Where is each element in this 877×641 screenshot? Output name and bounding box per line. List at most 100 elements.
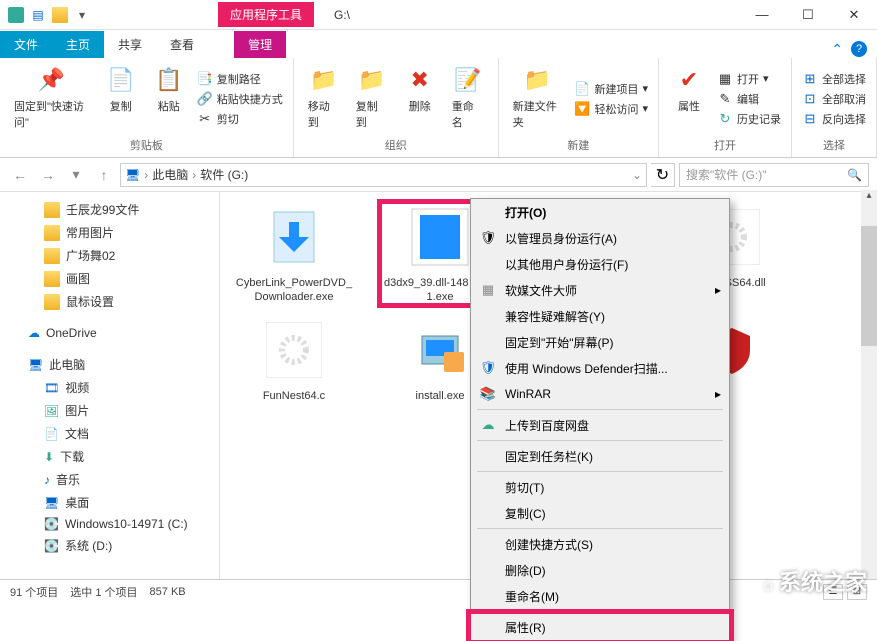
group-new-label: 新建 <box>507 135 650 153</box>
ctx-compat[interactable]: 兼容性疑难解答(Y) <box>471 303 729 329</box>
open-button[interactable]: ▦打开▾ <box>715 70 783 88</box>
pc-icon: 🖥 <box>125 168 140 182</box>
select-none-button[interactable]: ⊡全部取消 <box>800 90 868 108</box>
qat-dropdown-icon[interactable]: ▾ <box>74 7 90 23</box>
titlebar: ▤ ▾ 应用程序工具 G:\ — ☐ ✕ <box>0 0 877 30</box>
nav-tree[interactable]: 壬辰龙99文件 常用图片 广场舞02 画图 鼠标设置 ☁OneDrive 🖥此电… <box>0 192 220 582</box>
scroll-up-icon[interactable]: ▴ <box>861 190 877 208</box>
tab-manage[interactable]: 管理 <box>234 31 286 58</box>
tab-home[interactable]: 主页 <box>52 31 104 58</box>
properties-button[interactable]: ✔属性 <box>667 62 711 135</box>
pin-button[interactable]: 📌固定到"快速访问" <box>8 62 95 135</box>
copy-button[interactable]: 📄复制 <box>99 62 143 135</box>
paste-button[interactable]: 📋粘贴 <box>147 62 191 135</box>
status-selected: 选中 1 个项目 <box>70 584 137 600</box>
breadcrumb-drive[interactable]: 软件 (G:) <box>200 166 248 183</box>
copy-path-button[interactable]: 📑复制路径 <box>195 70 285 88</box>
tree-thispc[interactable]: 🖥此电脑 <box>0 353 219 376</box>
tree-folder[interactable]: 鼠标设置 <box>0 290 219 313</box>
invert-selection-button[interactable]: ⊟反向选择 <box>800 110 868 128</box>
tree-pictures[interactable]: 🖼图片 <box>0 399 219 422</box>
context-menu: 打开(O) 🛡以管理员身份运行(A) 以其他用户身份运行(F) ▦软媒文件大师▸… <box>470 198 730 641</box>
ctx-delete[interactable]: 删除(D) <box>471 557 729 583</box>
rename-button[interactable]: 📝重命名 <box>446 62 490 135</box>
status-count: 91 个项目 <box>10 584 58 600</box>
group-open-label: 打开 <box>667 135 783 153</box>
ctx-pin-taskbar[interactable]: 固定到任务栏(K) <box>471 443 729 469</box>
ctx-baidu[interactable]: ☁上传到百度网盘 <box>471 412 729 438</box>
ribbon-collapse-icon[interactable]: ⌃ <box>831 41 843 58</box>
ctx-shortcut[interactable]: 创建快捷方式(S) <box>471 531 729 557</box>
ctx-run-other[interactable]: 以其他用户身份运行(F) <box>471 251 729 277</box>
edit-button[interactable]: ✎编辑 <box>715 90 783 108</box>
window-controls: — ☐ ✕ <box>739 0 877 30</box>
refresh-button[interactable]: ↻ <box>651 163 675 187</box>
ctx-copy[interactable]: 复制(C) <box>471 500 729 526</box>
ctx-cut[interactable]: 剪切(T) <box>471 474 729 500</box>
tree-downloads[interactable]: ⬇下载 <box>0 445 219 468</box>
help-icon[interactable]: ? <box>851 41 867 57</box>
breadcrumb-root[interactable]: 此电脑 <box>152 166 188 183</box>
tree-videos[interactable]: 🎞视频 <box>0 376 219 399</box>
tree-folder[interactable]: 常用图片 <box>0 221 219 244</box>
history-button[interactable]: ↻历史记录 <box>715 110 783 128</box>
contextual-tab-label: 应用程序工具 <box>218 2 314 27</box>
maximize-button[interactable]: ☐ <box>785 0 831 30</box>
search-box[interactable]: 搜索"软件 (G:)" 🔍 <box>679 163 869 187</box>
tree-onedrive[interactable]: ☁OneDrive <box>0 323 219 343</box>
watermark: ⌂ 系统之家 <box>763 565 867 597</box>
tree-folder[interactable]: 广场舞02 <box>0 244 219 267</box>
qat-props-icon[interactable]: ▤ <box>30 7 46 23</box>
scroll-thumb[interactable] <box>861 226 877 346</box>
group-clipboard-label: 剪贴板 <box>8 135 285 153</box>
status-size: 857 KB <box>150 586 186 598</box>
recent-dropdown[interactable]: ▾ <box>64 163 88 187</box>
ctx-ruanmei[interactable]: ▦软媒文件大师▸ <box>471 277 729 303</box>
app-icon <box>8 7 24 23</box>
back-button[interactable]: ← <box>8 163 32 187</box>
ribbon: 📌固定到"快速访问" 📄复制 📋粘贴 📑复制路径 🔗粘贴快捷方式 ✂剪切 剪贴板… <box>0 58 877 158</box>
move-to-button[interactable]: 📁移动到 <box>302 62 346 135</box>
forward-button[interactable]: → <box>36 163 60 187</box>
ctx-rename[interactable]: 重命名(M) <box>471 583 729 609</box>
tab-file[interactable]: 文件 <box>0 31 52 58</box>
tree-documents[interactable]: 📄文档 <box>0 422 219 445</box>
vertical-scrollbar[interactable]: ▴ <box>861 190 877 580</box>
file-item[interactable]: FunNest64.c <box>234 315 354 403</box>
file-item[interactable]: CyberLink_PowerDVD_Downloader.exe <box>234 202 354 305</box>
ctx-defender[interactable]: 🛡使用 Windows Defender扫描... <box>471 355 729 381</box>
breadcrumb[interactable]: 🖥 › 此电脑 › 软件 (G:) ⌄ <box>120 163 647 187</box>
address-bar: ← → ▾ ↑ 🖥 › 此电脑 › 软件 (G:) ⌄ ↻ 搜索"软件 (G:)… <box>0 158 877 192</box>
status-bar: 91 个项目 选中 1 个项目 857 KB ☰ ⊞ <box>0 579 877 603</box>
close-button[interactable]: ✕ <box>831 0 877 30</box>
ribbon-tabs: 文件 主页 共享 查看 管理 ⌃ ? <box>0 30 877 58</box>
tree-music[interactable]: ♪音乐 <box>0 468 219 491</box>
tree-drive-c[interactable]: 💽Windows10-14971 (C:) <box>0 514 219 534</box>
up-button[interactable]: ↑ <box>92 163 116 187</box>
new-item-button[interactable]: 📄新建项目▾ <box>572 80 650 98</box>
tree-folder[interactable]: 画图 <box>0 267 219 290</box>
group-select-label: 选择 <box>800 135 868 153</box>
tab-share[interactable]: 共享 <box>104 31 156 58</box>
delete-button[interactable]: ✖删除 <box>398 62 442 135</box>
tree-folder[interactable]: 壬辰龙99文件 <box>0 198 219 221</box>
easy-access-button[interactable]: 🔽轻松访问▾ <box>572 100 650 118</box>
select-all-button[interactable]: ⊞全部选择 <box>800 70 868 88</box>
quick-access-toolbar: ▤ ▾ <box>0 7 98 23</box>
tab-view[interactable]: 查看 <box>156 31 208 58</box>
ctx-properties[interactable]: 属性(R) <box>471 614 729 640</box>
tree-desktop[interactable]: 🖥桌面 <box>0 491 219 514</box>
cut-button[interactable]: ✂剪切 <box>195 110 285 128</box>
new-folder-button[interactable]: 📁新建文件夹 <box>507 62 569 135</box>
paste-shortcut-button[interactable]: 🔗粘贴快捷方式 <box>195 90 285 108</box>
ctx-run-admin[interactable]: 🛡以管理员身份运行(A) <box>471 225 729 251</box>
qat-newfolder-icon[interactable] <box>52 7 68 23</box>
main: 壬辰龙99文件 常用图片 广场舞02 画图 鼠标设置 ☁OneDrive 🖥此电… <box>0 192 877 582</box>
minimize-button[interactable]: — <box>739 0 785 30</box>
ctx-pin-start[interactable]: 固定到"开始"屏幕(P) <box>471 329 729 355</box>
ctx-open[interactable]: 打开(O) <box>471 199 729 225</box>
copy-to-button[interactable]: 📁复制到 <box>350 62 394 135</box>
group-organize-label: 组织 <box>302 135 490 153</box>
ctx-winrar[interactable]: 📚WinRAR▸ <box>471 381 729 407</box>
tree-drive-d[interactable]: 💽系统 (D:) <box>0 534 219 557</box>
